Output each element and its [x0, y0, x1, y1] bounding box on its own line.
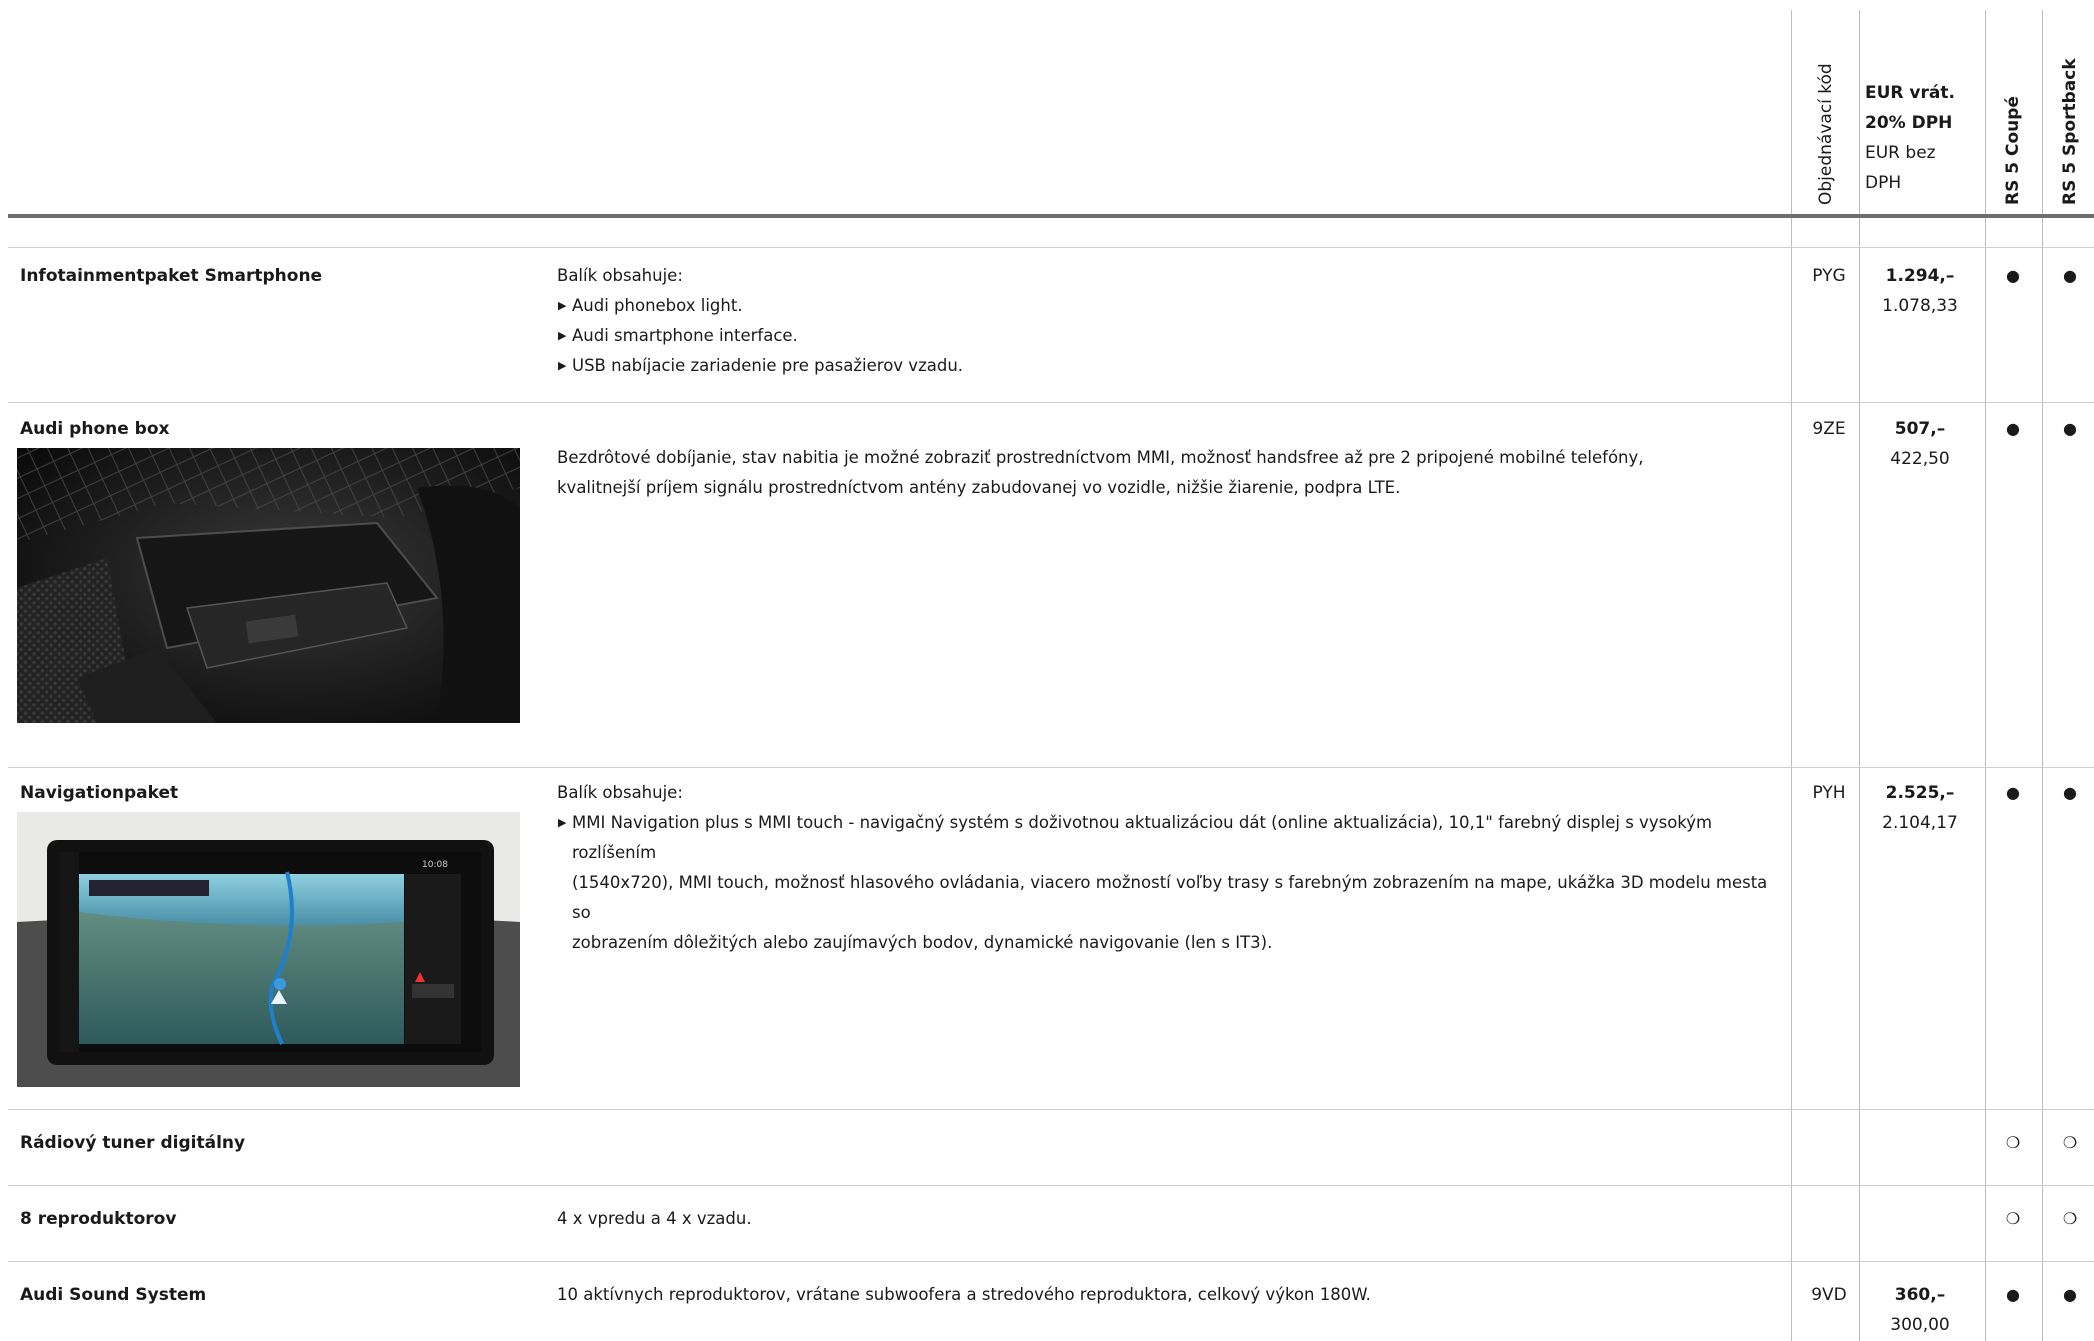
column-divider-price	[1859, 10, 1860, 1341]
row-title: Rádiový tuner digitálny	[20, 1133, 246, 1153]
availability-coupe: ❍	[2005, 1133, 2021, 1152]
header-model-sportback: RS 5 Sportback	[2060, 58, 2080, 205]
availability-coupe: ●	[2006, 1285, 2020, 1304]
row-divider	[8, 1109, 2094, 1110]
list-item: ▶ Audi smartphone interface.	[557, 321, 1787, 351]
availability-sportback: ❍	[2062, 1133, 2078, 1152]
row-description: Balík obsahuje: ▶ MMI Navigation plus s M…	[557, 778, 1787, 958]
header-price-net-line1: EUR bez	[1865, 143, 1936, 163]
header-model-coupe: RS 5 Coupé	[2003, 96, 2023, 205]
svg-text:10:08: 10:08	[422, 860, 448, 870]
bullet-triangle-icon: ▶	[558, 299, 567, 312]
row-divider	[8, 247, 2094, 248]
price-gross: 2.525,–	[1885, 783, 1955, 803]
row-description: 10 aktívnych reproduktorov, vrátane subw…	[557, 1285, 1371, 1304]
availability-coupe: ❍	[2005, 1209, 2021, 1228]
bullet-triangle-icon: ▶	[558, 359, 567, 372]
order-code: PYH	[1812, 783, 1846, 803]
availability-sportback: ●	[2063, 266, 2077, 285]
row-divider	[8, 402, 2094, 403]
availability-sportback: ❍	[2062, 1209, 2078, 1228]
price: 360,– 300,00	[1862, 1280, 1978, 1340]
header-rule	[8, 214, 2094, 218]
availability-coupe: ●	[2006, 783, 2020, 802]
row-description: Bezdrôtové dobíjanie, stav nabitia je mo…	[557, 443, 1787, 503]
row-title: Infotainmentpaket Smartphone	[20, 266, 323, 286]
price-gross: 360,–	[1894, 1285, 1946, 1305]
column-divider-code	[1791, 10, 1792, 1341]
description-line: Bezdrôtové dobíjanie, stav nabitia je mo…	[557, 448, 1644, 467]
price-net: 422,50	[1890, 449, 1950, 469]
availability-sportback: ●	[2063, 783, 2077, 802]
price-gross: 1.294,–	[1885, 266, 1955, 286]
price-gross: 507,–	[1894, 419, 1946, 439]
availability-coupe: ●	[2006, 419, 2020, 438]
column-divider-sportback	[2042, 10, 2043, 1341]
row-intro: Balík obsahuje:	[557, 266, 683, 285]
price-net: 300,00	[1890, 1315, 1950, 1335]
navigation-screen-photo: 10:08	[17, 812, 520, 1087]
list-item: ▶ USB nabíjacie zariadenie pre pasažierov…	[557, 351, 1787, 381]
phone-box-photo	[17, 448, 520, 723]
description-line: kvalitnejší príjem signálu prostredníctv…	[557, 478, 1401, 497]
list-item: ▶ Audi phonebox light.	[557, 291, 1787, 321]
row-divider	[8, 1261, 2094, 1262]
price: 1.294,– 1.078,33	[1862, 261, 1978, 321]
availability-coupe: ●	[2006, 266, 2020, 285]
row-divider	[8, 767, 2094, 768]
price-net: 2.104,17	[1882, 813, 1958, 833]
bullet-triangle-icon: ▶	[558, 816, 567, 829]
header-price-gross-line1: EUR vrát.	[1865, 83, 1955, 103]
availability-sportback: ●	[2063, 419, 2077, 438]
row-title: Audi Sound System	[20, 1285, 207, 1305]
header-price-gross-line2: 20% DPH	[1865, 113, 1953, 133]
price: 507,– 422,50	[1862, 414, 1978, 474]
row-description: Balík obsahuje: ▶ Audi phonebox light. ▶ A…	[557, 261, 1787, 381]
row-title: Audi phone box	[20, 419, 170, 439]
column-divider-coupe	[1985, 10, 1986, 1341]
row-divider	[8, 1185, 2094, 1186]
header-order-code: Objednávací kód	[1816, 63, 1836, 205]
price: 2.525,– 2.104,17	[1862, 778, 1978, 838]
header-price: EUR vrát. 20% DPH EUR bez DPH	[1865, 78, 1955, 198]
bullet-triangle-icon: ▶	[558, 329, 567, 342]
price-net: 1.078,33	[1882, 296, 1958, 316]
order-code: 9VD	[1811, 1285, 1847, 1305]
row-title: Navigationpaket	[20, 783, 179, 803]
header-price-net-line2: DPH	[1865, 173, 1902, 193]
row-intro: Balík obsahuje:	[557, 783, 683, 802]
order-code: PYG	[1812, 266, 1846, 286]
availability-sportback: ●	[2063, 1285, 2077, 1304]
row-description: 4 x vpredu a 4 x vzadu.	[557, 1209, 752, 1228]
list-item: ▶ MMI Navigation plus s MMI touch - navig…	[557, 808, 1787, 958]
row-title: 8 reproduktorov	[20, 1209, 177, 1229]
order-code: 9ZE	[1812, 419, 1846, 439]
